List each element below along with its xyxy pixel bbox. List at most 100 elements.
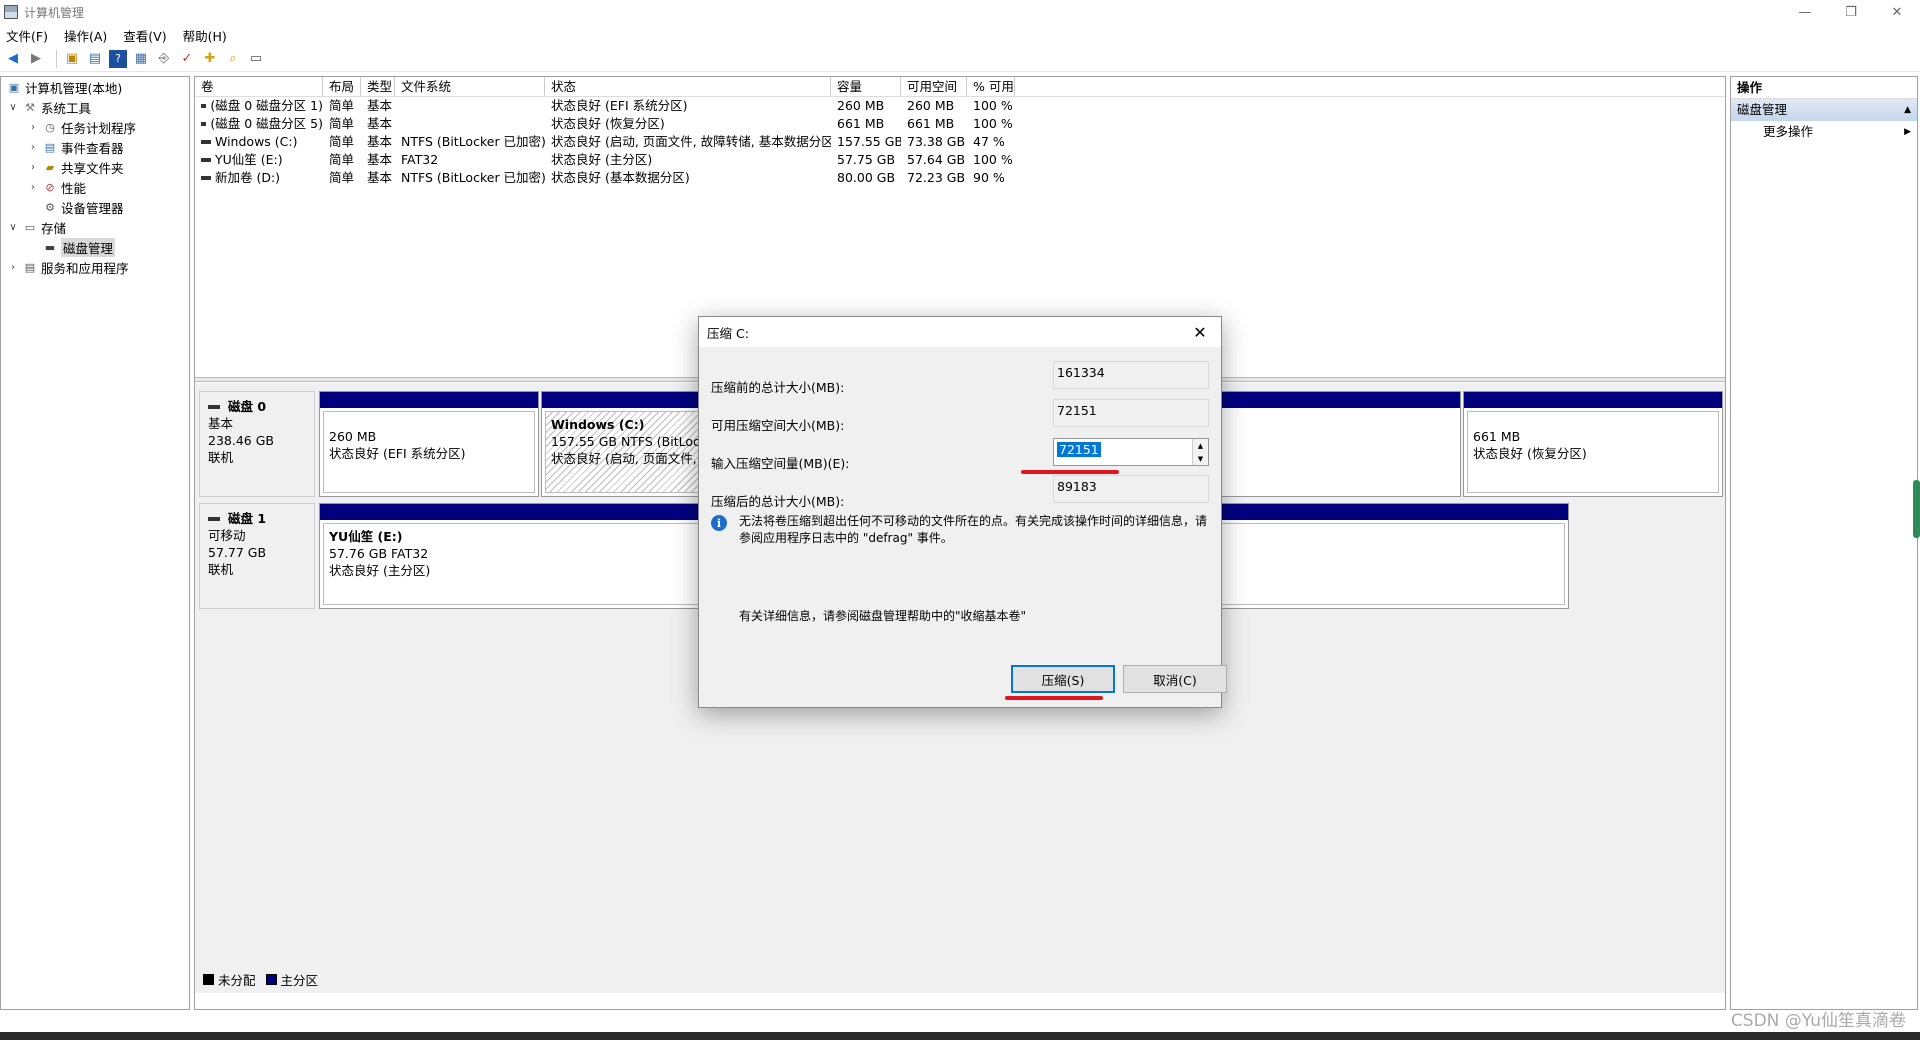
tree-item-label: 性能 (61, 180, 87, 196)
partition-details: 661 MB 状态良好 (恢复分区) (1467, 411, 1719, 493)
filesystem-cell (395, 97, 545, 115)
column-header-status[interactable]: 状态 (545, 77, 831, 96)
more-actions-item[interactable]: 更多操作 ▶ (1731, 121, 1917, 143)
console-icon[interactable]: ▭ (247, 50, 265, 68)
actions-section-disk-management[interactable]: 磁盘管理 ▲ (1731, 99, 1917, 121)
expand-chevron-icon[interactable]: › (7, 262, 19, 273)
table-row[interactable]: (磁盘 0 磁盘分区 5) 简单 基本 状态良好 (恢复分区) 661 MB 6… (195, 115, 1725, 133)
free-space-cell: 260 MB (907, 98, 955, 113)
disk-1-info[interactable]: 磁盘 1 可移动 57.77 GB 联机 (199, 503, 315, 609)
partition-size: 157.55 GB NTFS (BitLocker (551, 434, 705, 449)
menu-view[interactable]: 查看(V) (123, 26, 166, 45)
cancel-button[interactable]: 取消(C) (1123, 665, 1227, 693)
tree-item-performance[interactable]: › ⊘ 性能 (1, 177, 189, 197)
tree-item-disk-management[interactable]: ▬ 磁盘管理 (1, 237, 189, 257)
title-bar: 计算机管理 — ❐ ✕ (0, 0, 1920, 24)
capacity-cell: 80.00 GB (837, 170, 896, 185)
watermark: CSDN @Yu仙笙真滴卷 (1730, 1011, 1906, 1031)
tree-item-computer-management[interactable]: ▣ 计算机管理(本地) (1, 77, 189, 97)
new-folder-icon[interactable]: ✚ (201, 50, 219, 68)
tree-item-device-manager[interactable]: ⚙ 设备管理器 (1, 197, 189, 217)
column-header-filesystem[interactable]: 文件系统 (395, 77, 545, 96)
minimize-button[interactable]: — (1782, 0, 1828, 24)
column-header-volume[interactable]: 卷 (195, 77, 323, 96)
scroll-thumb[interactable] (1913, 480, 1920, 538)
more-info-text: 有关详细信息，请参阅磁盘管理帮助中的"收缩基本卷" (739, 609, 1027, 623)
properties-icon[interactable]: ▦ (132, 50, 150, 68)
shared-folder-icon: ▰ (45, 160, 55, 174)
menu-bar: 文件(F) 操作(A) 查看(V) 帮助(H) (0, 24, 1920, 46)
tree-item-system-tools[interactable]: ∨ ⚒ 系统工具 (1, 97, 189, 117)
volume-name: Windows (C:) (215, 134, 298, 149)
expand-chevron-icon[interactable]: › (27, 162, 39, 173)
tree-item-shared-folders[interactable]: › ▰ 共享文件夹 (1, 157, 189, 177)
disk-name-label: 磁盘 1 (228, 511, 267, 526)
menu-action[interactable]: 操作(A) (64, 26, 107, 45)
tree-item-storage[interactable]: ∨ ▭ 存储 (1, 217, 189, 237)
up-folder-icon[interactable]: ▣ (63, 50, 81, 68)
tools-icon: ⚒ (25, 100, 35, 114)
tree-item-label: 磁盘管理 (61, 237, 116, 257)
spin-down-icon[interactable]: ▼ (1198, 455, 1203, 463)
spin-buttons[interactable]: ▲ ▼ (1192, 439, 1208, 465)
total-after-field: 89183 (1053, 475, 1209, 503)
type-cell: 基本 (367, 116, 393, 131)
column-header-free-space[interactable]: 可用空间 (901, 77, 967, 96)
percent-free-cell: 100 % (973, 98, 1013, 113)
restore-button[interactable]: ❐ (1828, 0, 1874, 24)
table-row[interactable]: YU仙笙 (E:) 简单 基本 FAT32 状态良好 (主分区) 57.75 G… (195, 151, 1725, 169)
close-button[interactable]: ✕ (1874, 0, 1920, 24)
collapse-up-icon[interactable]: ▲ (1904, 99, 1911, 121)
collapse-chevron-icon[interactable]: ∨ (7, 102, 19, 113)
shrink-amount-input[interactable]: 72151 ▲ ▼ (1053, 438, 1209, 466)
column-header-percent-free[interactable]: % 可用 (967, 77, 1015, 96)
computer-icon: ▣ (8, 80, 20, 94)
collapse-chevron-icon[interactable]: ∨ (7, 222, 19, 233)
shrink-button[interactable]: 压缩(S) (1011, 665, 1115, 693)
percent-free-cell: 100 % (973, 152, 1013, 167)
unallocated-swatch (203, 974, 214, 985)
tree-item-services-apps[interactable]: › ▤ 服务和应用程序 (1, 257, 189, 277)
window-title: 计算机管理 (24, 5, 85, 20)
filesystem-cell: NTFS (BitLocker 已加密) (401, 170, 545, 185)
partition-size: 661 MB (1473, 429, 1521, 444)
check-icon[interactable]: ✓ (178, 50, 196, 68)
expand-chevron-icon[interactable]: › (27, 122, 39, 133)
partition-efi[interactable]: 260 MB 状态良好 (EFI 系统分区) (319, 391, 539, 497)
search-icon[interactable]: ⌕ (224, 50, 242, 68)
expand-chevron-icon[interactable]: › (27, 182, 39, 193)
back-arrow-icon[interactable]: ◀ (4, 50, 22, 68)
tree-item-event-viewer[interactable]: › ▤ 事件查看器 (1, 137, 189, 157)
show-hide-tree-icon[interactable]: ▤ (86, 50, 104, 68)
tree-item-task-scheduler[interactable]: › ◷ 任务计划程序 (1, 117, 189, 137)
volume-cell: (磁盘 0 磁盘分区 5) (195, 115, 323, 133)
partition-recovery[interactable]: 661 MB 状态良好 (恢复分区) (1463, 391, 1723, 497)
table-row[interactable]: (磁盘 0 磁盘分区 1) 简单 基本 状态良好 (EFI 系统分区) 260 … (195, 97, 1725, 115)
tree-item-label: 系统工具 (41, 100, 92, 116)
percent-free-cell: 90 % (973, 170, 1005, 185)
menu-file[interactable]: 文件(F) (6, 26, 48, 45)
close-icon[interactable]: ✕ (1187, 320, 1213, 344)
volume-name: (磁盘 0 磁盘分区 5) (210, 116, 323, 131)
filesystem-cell: NTFS (BitLocker 已加密) (401, 134, 545, 149)
menu-help[interactable]: 帮助(H) (183, 26, 227, 45)
connect-icon[interactable]: ⎆ (155, 50, 173, 68)
column-header-capacity[interactable]: 容量 (831, 77, 901, 96)
type-cell: 基本 (367, 170, 393, 185)
column-header-type[interactable]: 类型 (361, 77, 395, 96)
layout-cell: 简单 (329, 98, 355, 113)
table-row[interactable]: 新加卷 (D:) 简单 基本 NTFS (BitLocker 已加密) 状态良好… (195, 169, 1725, 187)
performance-icon: ⊘ (45, 180, 55, 194)
spin-up-icon[interactable]: ▲ (1198, 442, 1203, 450)
table-row[interactable]: Windows (C:) 简单 基本 NTFS (BitLocker 已加密) … (195, 133, 1725, 151)
status-cell: 状态良好 (基本数据分区) (551, 170, 690, 185)
shrink-amount-value[interactable]: 72151 (1057, 442, 1101, 457)
help-icon[interactable]: ? (109, 49, 127, 68)
status-bar (0, 1010, 1920, 1032)
disk-0-info[interactable]: 磁盘 0 基本 238.46 GB 联机 (199, 391, 315, 497)
forward-arrow-icon[interactable]: ▶ (27, 50, 45, 68)
shrink-amount-label: 输入压缩空间量(MB)(E): (711, 456, 850, 471)
storage-icon: ▭ (24, 220, 36, 234)
column-header-layout[interactable]: 布局 (323, 77, 361, 96)
expand-chevron-icon[interactable]: › (27, 142, 39, 153)
